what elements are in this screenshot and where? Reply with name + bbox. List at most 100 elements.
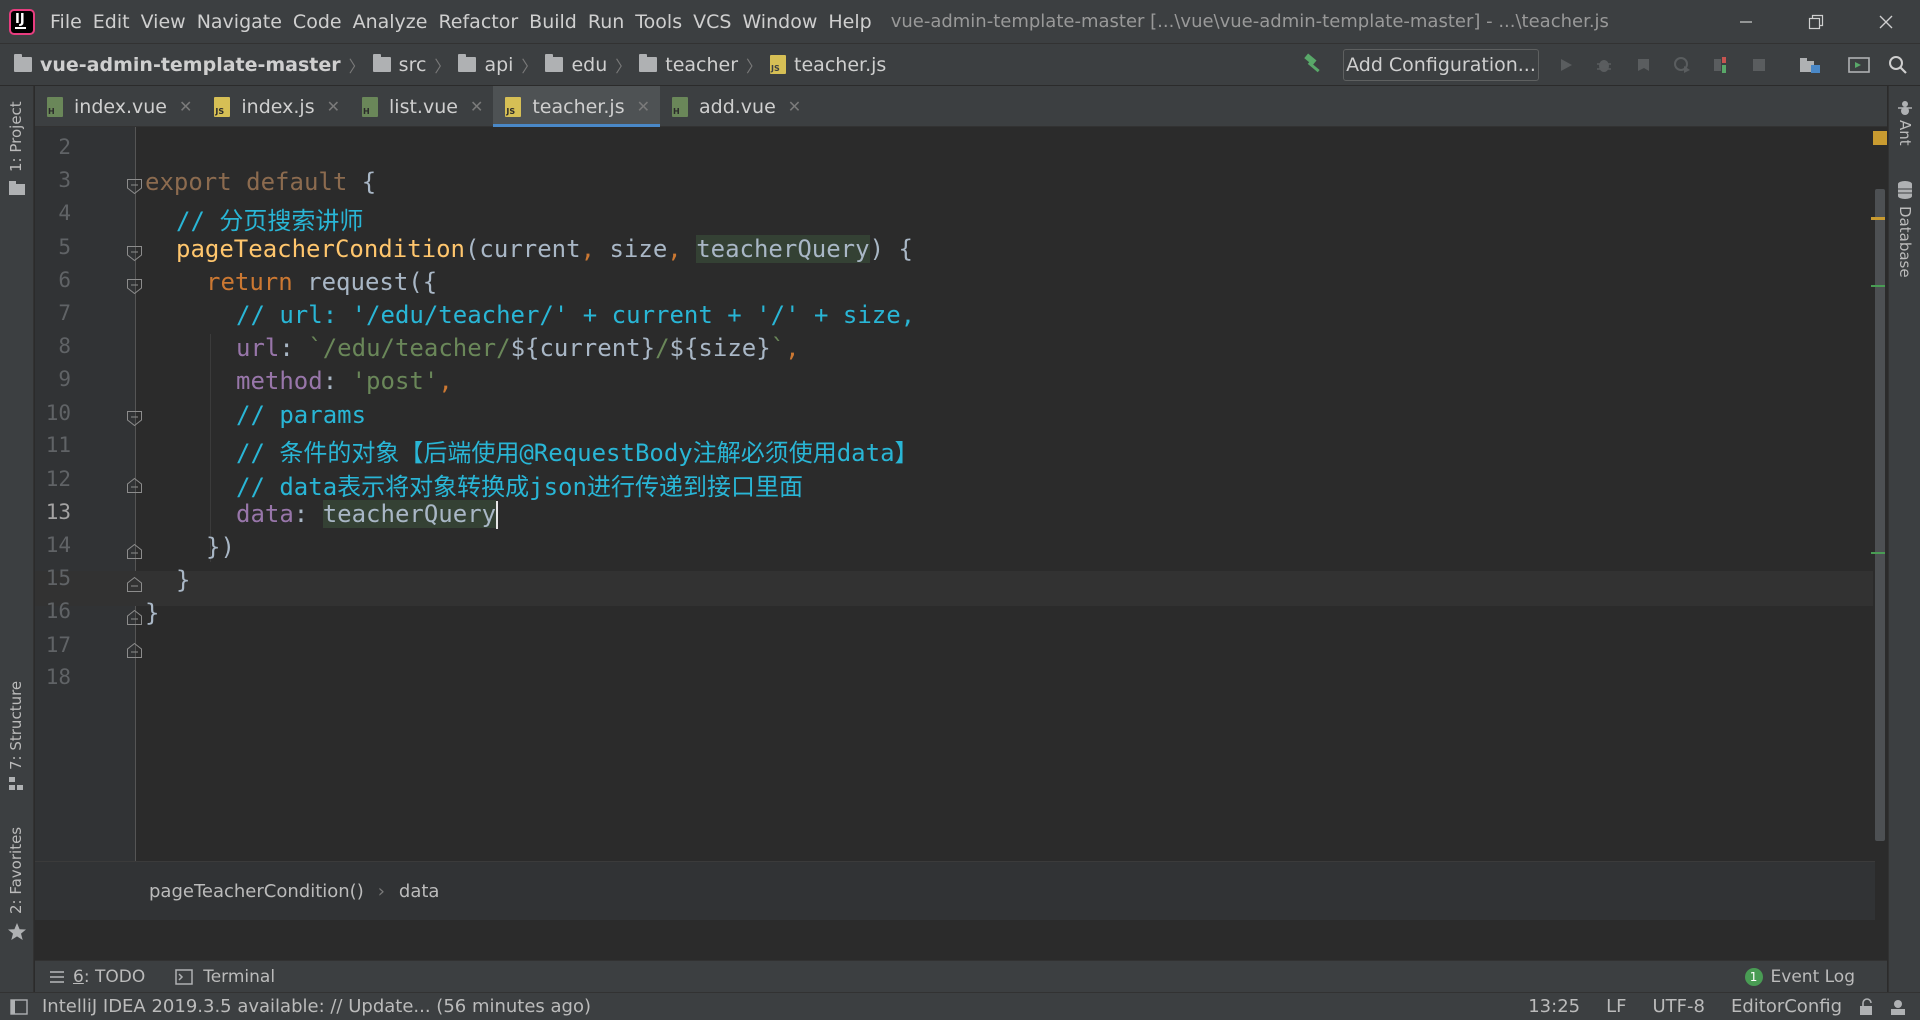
line-number: 2 (58, 135, 71, 159)
menu-tools[interactable]: Tools (635, 11, 682, 33)
profiler-icon[interactable] (1668, 51, 1696, 79)
close-tab-icon[interactable]: ✕ (179, 97, 192, 116)
caret-position[interactable]: 13:25 (1528, 996, 1580, 1017)
vue-file-icon: H (672, 96, 688, 117)
editor-tabs: H index.vue ✕ JS index.js ✕ H list.vue ✕… (35, 86, 1887, 128)
favorites-tool-tab[interactable]: 2: Favorites (7, 827, 25, 914)
line-number: 16 (45, 599, 71, 623)
fold-open-icon[interactable] (125, 244, 144, 263)
js-file-icon: JS (770, 55, 787, 74)
fold-close-icon[interactable] (125, 641, 144, 660)
status-bar: IntelliJ IDEA 2019.3.5 available: // Upd… (0, 992, 1920, 1020)
project-tool-tab[interactable]: 1: Project (7, 101, 25, 172)
event-count-badge: 1 (1744, 967, 1763, 986)
warning-indicator-icon[interactable] (1873, 131, 1887, 145)
breadcrumb-api[interactable]: api (458, 54, 513, 76)
project-structure-icon[interactable] (1796, 51, 1824, 79)
fold-open-icon[interactable] (125, 177, 144, 196)
restore-button[interactable] (1786, 0, 1846, 43)
stop-icon[interactable] (1745, 51, 1773, 79)
line-number: 8 (58, 334, 71, 358)
menu-edit[interactable]: Edit (93, 11, 130, 33)
toggle-presentation-icon[interactable] (1845, 51, 1873, 79)
code-line-14: }) (206, 533, 235, 561)
close-tab-icon[interactable]: ✕ (637, 97, 650, 116)
menu-build[interactable]: Build (529, 11, 577, 33)
tab-teacher-js[interactable]: JS teacher.js ✕ (493, 86, 660, 128)
structure-tool-tab[interactable]: 7: Structure (7, 681, 25, 770)
menu-run[interactable]: Run (588, 11, 624, 33)
ant-tool-tab[interactable]: Ant (1896, 120, 1914, 146)
menu-file[interactable]: File (50, 11, 82, 33)
line-number: 4 (58, 201, 71, 225)
unlock-icon[interactable] (1858, 997, 1874, 1016)
breadcrumb-file[interactable]: JS teacher.js (770, 54, 886, 76)
code-line-16: } (145, 599, 160, 627)
close-window-button[interactable] (1856, 0, 1916, 43)
close-tab-icon[interactable]: ✕ (788, 97, 801, 116)
line-number: 17 (45, 633, 71, 657)
search-everywhere-icon[interactable] (1884, 51, 1912, 79)
change-marker[interactable] (1871, 285, 1885, 287)
tab-list-vue[interactable]: H list.vue ✕ (350, 86, 493, 127)
status-message[interactable]: IntelliJ IDEA 2019.3.5 available: // Upd… (42, 996, 591, 1017)
line-separator[interactable]: LF (1606, 996, 1626, 1017)
chevron-right-icon: 〉 (348, 56, 365, 76)
fold-open-icon[interactable] (125, 277, 144, 296)
warning-marker[interactable] (1871, 217, 1885, 220)
menu-navigate[interactable]: Navigate (197, 11, 282, 33)
fold-close-icon[interactable] (125, 608, 144, 627)
terminal-button[interactable]: Terminal (175, 967, 275, 987)
right-tool-strip: Ant Database (1888, 86, 1920, 992)
editorconfig-status[interactable]: EditorConfig (1731, 996, 1842, 1017)
database-tool-tab[interactable]: Database (1896, 206, 1914, 278)
file-encoding[interactable]: UTF-8 (1652, 996, 1704, 1017)
breadcrumb-teacher[interactable]: teacher (639, 54, 738, 76)
menu-vcs[interactable]: VCS (693, 11, 731, 33)
code-line-9: method: 'post', (236, 367, 453, 395)
tab-index-js[interactable]: JS index.js ✕ (202, 86, 350, 127)
fold-open-icon[interactable] (125, 409, 144, 428)
inspector-hector-icon[interactable] (1888, 998, 1908, 1016)
code-crumb-function[interactable]: pageTeacherCondition() (149, 881, 364, 902)
menu-help[interactable]: Help (828, 11, 871, 33)
tab-add-vue[interactable]: H add.vue ✕ (660, 86, 811, 127)
breadcrumb-project[interactable]: vue-admin-template-master (14, 54, 341, 76)
close-tab-icon[interactable]: ✕ (470, 97, 483, 116)
line-number: 12 (45, 467, 71, 491)
code-editor[interactable]: 2 3 4 5 6 7 8 9 10 11 12 13 14 15 16 17 … (35, 127, 1887, 920)
build-hammer-icon[interactable] (1303, 53, 1325, 75)
fold-close-icon[interactable] (125, 476, 144, 495)
menu-analyze[interactable]: Analyze (353, 11, 428, 33)
code-line-13: data: teacherQuery (236, 500, 499, 529)
tab-index-vue[interactable]: H index.vue ✕ (35, 86, 202, 127)
code-line-12: // data表示将对象转换成json进行传递到接口里面 (236, 473, 803, 501)
close-tab-icon[interactable]: ✕ (327, 97, 340, 116)
change-marker[interactable] (1871, 552, 1885, 554)
breadcrumb-edu[interactable]: edu (545, 54, 607, 76)
chevron-right-icon: 〉 (615, 56, 632, 76)
run-icon[interactable] (1552, 51, 1580, 79)
code-crumb-data[interactable]: data (399, 881, 440, 902)
menu-window[interactable]: Window (742, 11, 817, 33)
add-configuration-button[interactable]: Add Configuration... (1343, 49, 1539, 81)
breadcrumb-src[interactable]: src (372, 54, 426, 76)
event-log-button[interactable]: 1 Event Log (1744, 967, 1855, 987)
debug-icon[interactable] (1590, 51, 1618, 79)
fold-close-icon[interactable] (125, 575, 144, 594)
menu-refactor[interactable]: Refactor (438, 11, 518, 33)
attach-debugger-icon[interactable] (1706, 51, 1734, 79)
todo-button[interactable]: 6: TODO (49, 967, 145, 987)
line-number: 9 (58, 367, 71, 391)
chevron-right-icon: 〉 (434, 56, 451, 76)
line-number: 3 (58, 168, 71, 192)
toggle-tool-windows-icon[interactable] (10, 998, 28, 1015)
code-line-11: // 条件的对象【后端使用@RequestBody注解必须使用data】 (236, 439, 919, 467)
coverage-icon[interactable] (1630, 51, 1658, 79)
fold-close-icon[interactable] (125, 542, 144, 561)
current-line-highlight (35, 571, 1877, 606)
vue-file-icon: H (362, 96, 379, 117)
menu-code[interactable]: Code (293, 11, 342, 33)
menu-view[interactable]: View (141, 11, 186, 33)
minimize-button[interactable] (1716, 0, 1776, 43)
